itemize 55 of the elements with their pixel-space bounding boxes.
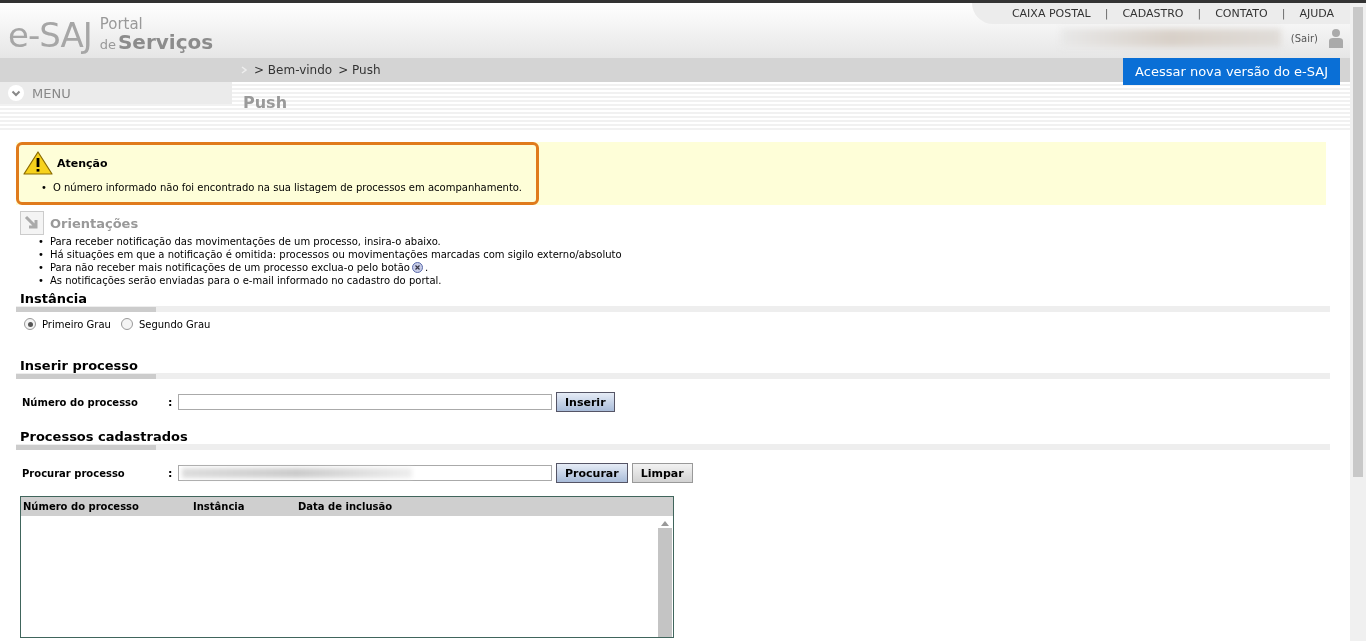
- separator: |: [1104, 7, 1109, 20]
- field-label: :: [168, 395, 174, 409]
- field-label: Número do processo: [22, 396, 139, 408]
- column-header: Instância: [192, 501, 246, 512]
- scroll-up-icon[interactable]: [661, 520, 669, 526]
- scrollbar[interactable]: [1350, 3, 1366, 641]
- guidance-text: .: [425, 261, 429, 274]
- logout-link[interactable]: (Sair): [1290, 32, 1318, 44]
- section-title: Processos cadastrados: [19, 429, 189, 444]
- section-title: Instância: [19, 291, 88, 306]
- guidance-text: As notificações serão enviadas para o e-mail informado no cadastro do portal.: [49, 274, 442, 287]
- guidance-text: Para não receber mais notificações de um processo exclua-o pelo botão: [49, 261, 410, 274]
- bullet: •: [41, 181, 47, 194]
- radio-label: Primeiro Grau: [42, 318, 111, 330]
- page-title: Push: [242, 92, 288, 114]
- search-button[interactable]: Procurar: [556, 463, 628, 483]
- radio-label: Segundo Grau: [138, 318, 211, 330]
- nav-link[interactable]: CAIXA POSTAL: [1011, 7, 1091, 20]
- field-label: :: [168, 466, 174, 480]
- logo-text: Serviços: [117, 32, 214, 52]
- guidance-text: Há situações em que a notificação é omitida: processos ou movimentações marcadas com sigilo externo/absoluto: [49, 248, 622, 261]
- process-number-field[interactable]: [178, 394, 552, 410]
- separator: |: [1197, 7, 1202, 20]
- bullet: •: [38, 274, 44, 287]
- bullet: •: [38, 261, 44, 274]
- clear-button[interactable]: Limpar: [631, 463, 693, 483]
- separator: |: [1281, 7, 1286, 20]
- column-header: Data de inclusão: [297, 501, 394, 512]
- warning-icon: [23, 151, 53, 175]
- remove-icon: [412, 262, 423, 273]
- alert-title: Atenção: [57, 156, 108, 170]
- logo-mark: e-SAJ: [8, 17, 92, 52]
- logo-text: de: [99, 38, 116, 51]
- nav-link[interactable]: AJUDA: [1299, 7, 1334, 20]
- bullet: •: [38, 248, 44, 261]
- breadcrumb-link[interactable]: > Bem-vindo: [254, 63, 333, 77]
- bullet: •: [38, 235, 44, 248]
- field-label: Procurar processo: [22, 467, 126, 479]
- radio-button[interactable]: [24, 318, 36, 330]
- chevron-down-icon: [8, 85, 24, 101]
- alert-message: O número informado não foi encontrado na sua listagem de processos em acompanhamento.: [52, 181, 522, 194]
- nav-link[interactable]: CADASTRO: [1122, 7, 1184, 20]
- breadcrumb-link[interactable]: > Push: [338, 63, 381, 77]
- chevron-icon: [240, 66, 248, 74]
- user-icon: [1328, 28, 1344, 48]
- insert-button[interactable]: Inserir: [556, 392, 615, 412]
- guidance-title: Orientações: [50, 215, 139, 231]
- radio-button[interactable]: [120, 318, 133, 330]
- guidance-text: Para receber notificação das movimentações de um processo, insira-o abaixo.: [49, 235, 441, 248]
- nav-link[interactable]: CONTATO: [1215, 7, 1268, 20]
- new-version-button[interactable]: Acessar nova versão do e-SAJ: [1123, 58, 1340, 85]
- section-title: Inserir processo: [19, 358, 140, 373]
- logo-text: Portal: [99, 17, 144, 32]
- column-header: Número do processo: [22, 501, 140, 512]
- search-field[interactable]: [178, 465, 552, 481]
